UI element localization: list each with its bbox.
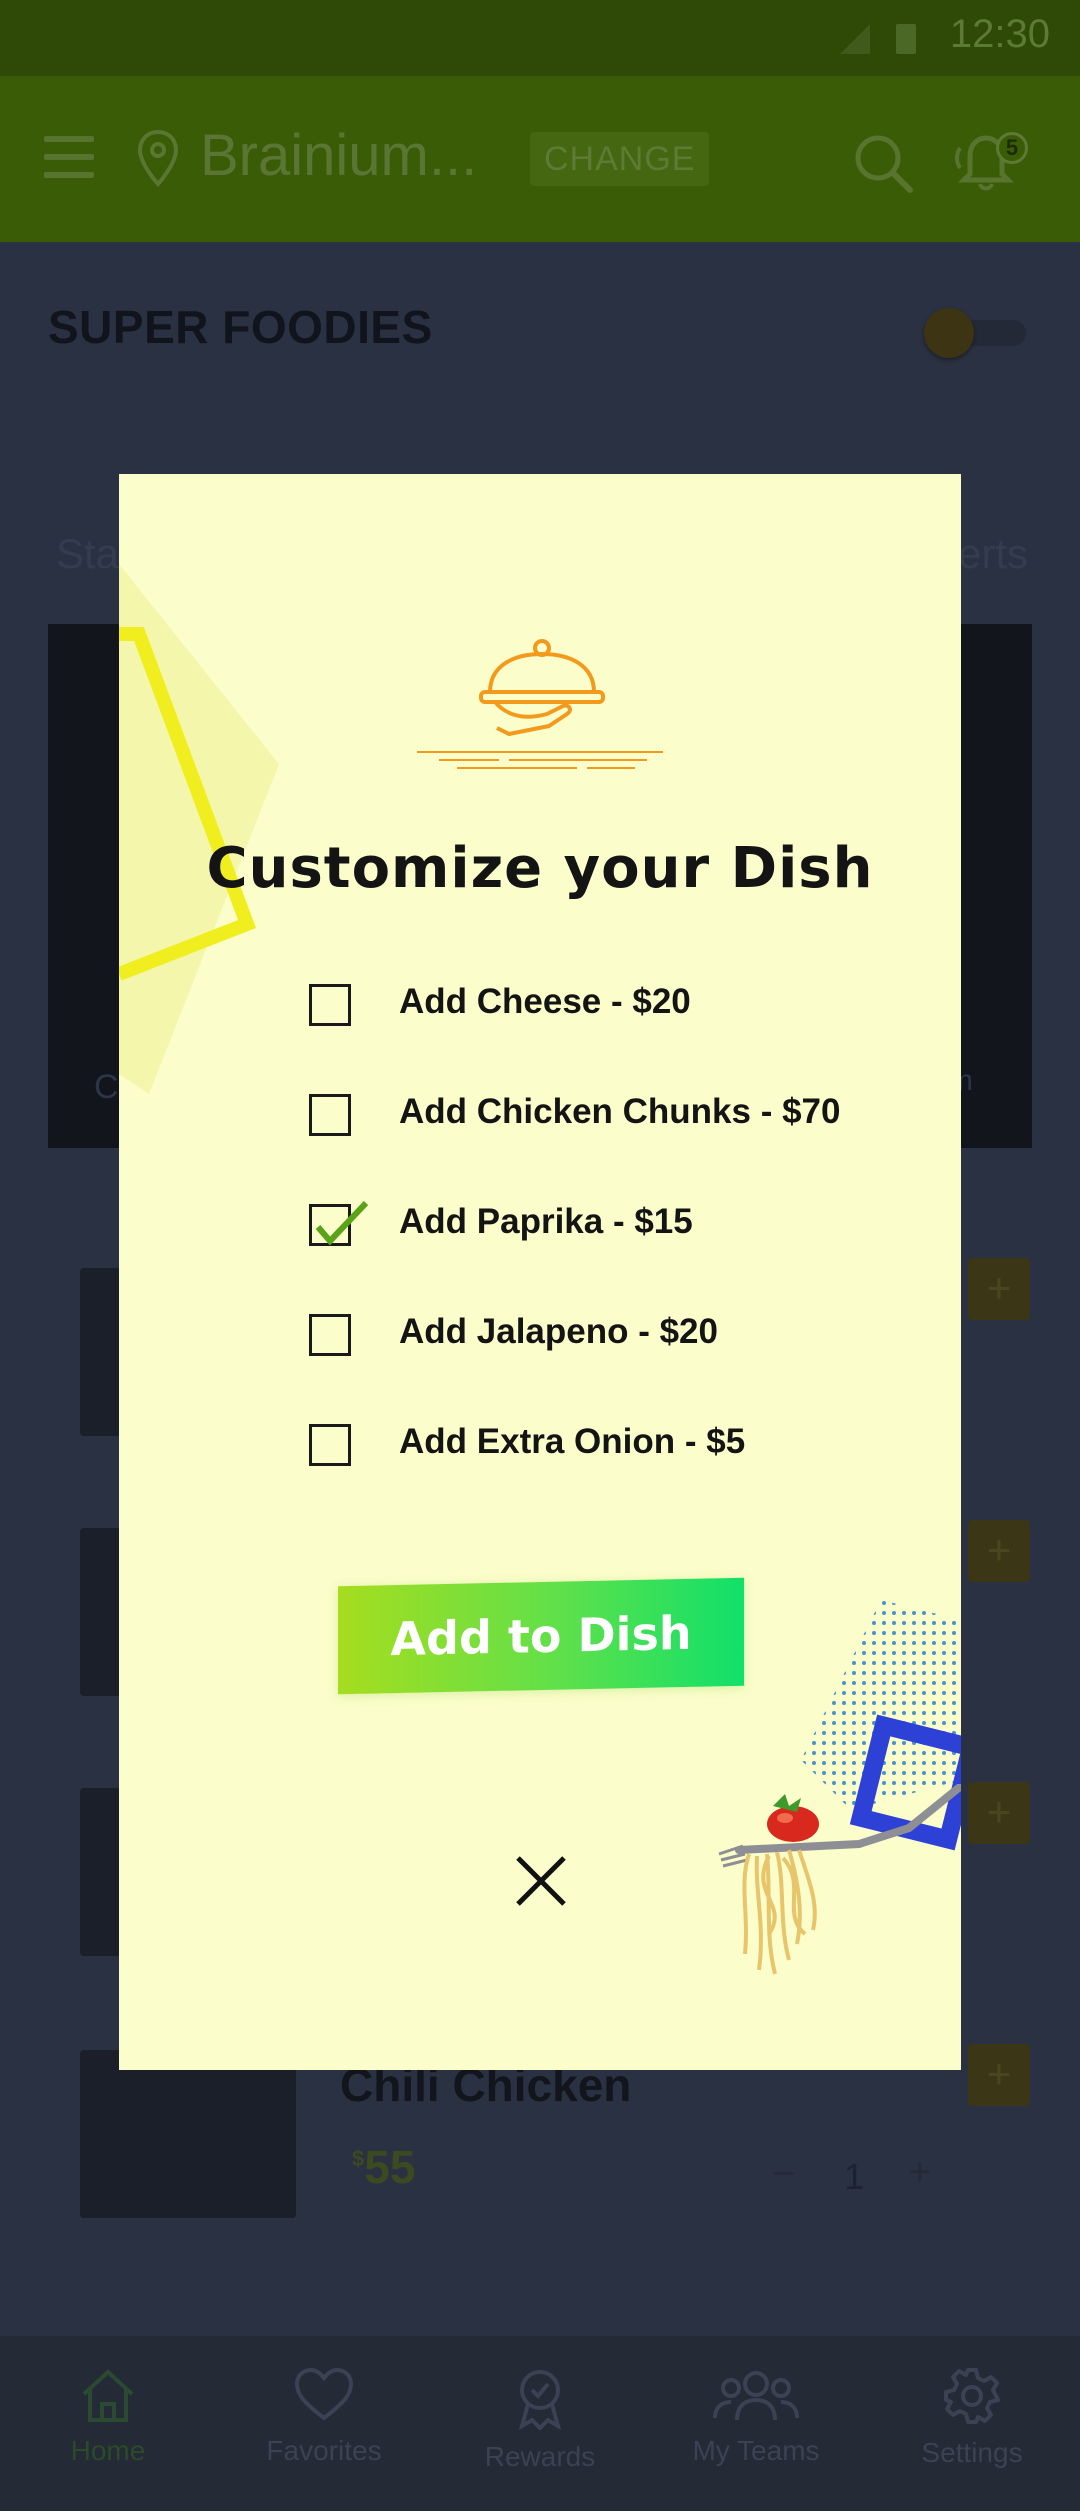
checkbox-unchecked[interactable] <box>309 984 351 1026</box>
yellow-frame-decoration <box>119 564 279 1094</box>
option-label: Add Chicken Chunks - $70 <box>399 1092 841 1131</box>
pasta-fork-image <box>718 1784 961 1975</box>
option-label: Add Cheese - $20 <box>399 982 691 1021</box>
option-add-jalapeno[interactable]: Add Jalapeno - $20 <box>309 1306 909 1366</box>
checkbox-unchecked[interactable] <box>309 1424 351 1466</box>
checkmark-icon <box>315 1201 369 1246</box>
customize-dish-modal: Customize your Dish Add Cheese - $20 Add… <box>119 474 961 2070</box>
cloche-dish-icon <box>417 639 663 769</box>
option-add-cheese[interactable]: Add Cheese - $20 <box>309 976 909 1036</box>
option-label: Add Extra Onion - $5 <box>399 1422 746 1461</box>
checkbox-unchecked[interactable] <box>309 1094 351 1136</box>
modal-title: Customize your Dish <box>206 836 874 901</box>
close-icon[interactable] <box>514 1854 568 1908</box>
checkbox-checked[interactable] <box>309 1201 369 1246</box>
checkbox-unchecked[interactable] <box>309 1314 351 1356</box>
option-add-chicken-chunks[interactable]: Add Chicken Chunks - $70 <box>309 1086 909 1146</box>
option-label: Add Jalapeno - $20 <box>399 1312 718 1351</box>
option-label: Add Paprika - $15 <box>399 1202 693 1241</box>
add-to-dish-button[interactable]: Add to Dish <box>338 1577 744 1695</box>
option-add-extra-onion[interactable]: Add Extra Onion - $5 <box>309 1416 909 1476</box>
option-add-paprika[interactable]: Add Paprika - $15 <box>309 1196 909 1256</box>
